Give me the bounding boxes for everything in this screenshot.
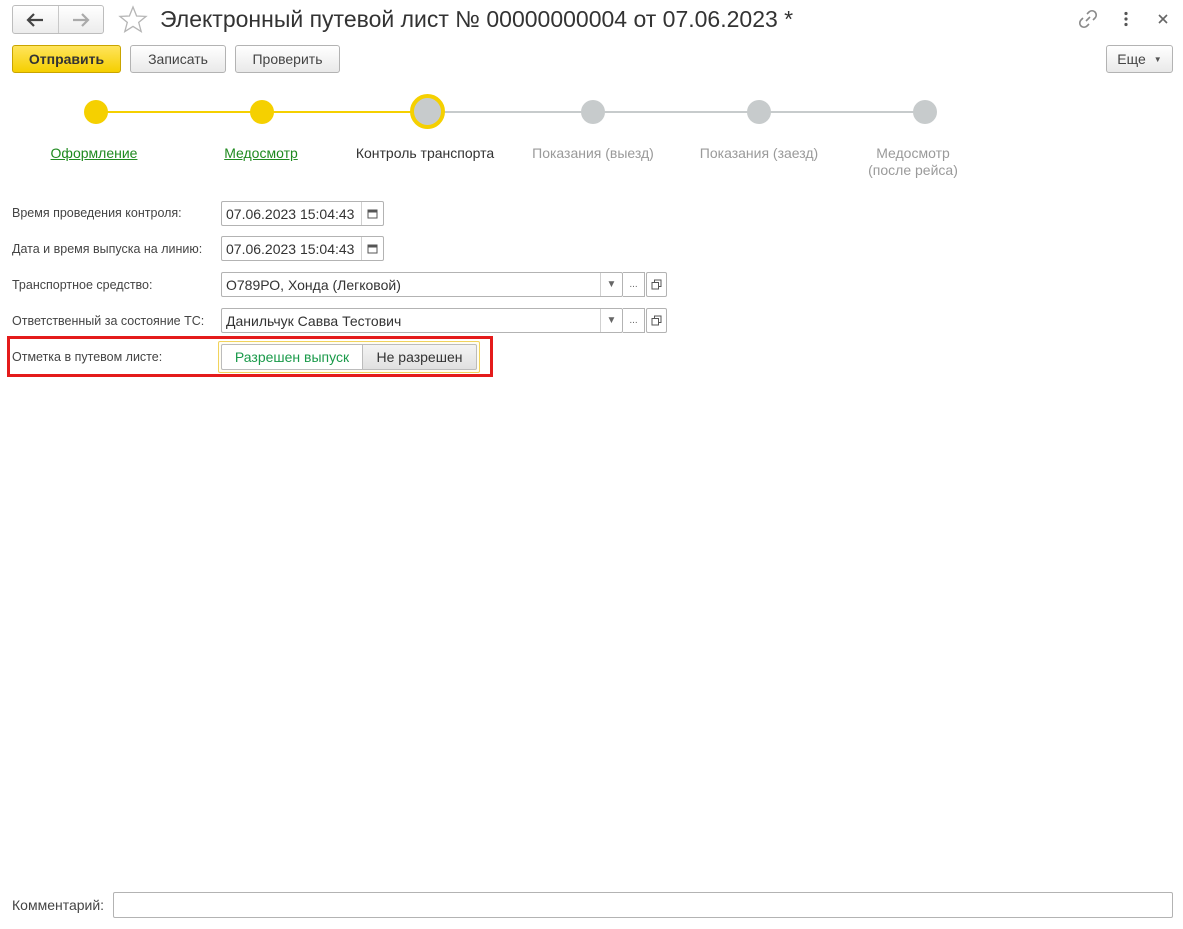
mark-toggle: Разрешен выпуск Не разрешен (218, 341, 480, 373)
step-label-readings-out[interactable]: Показания (выезд) (513, 145, 673, 162)
star-icon[interactable] (117, 4, 149, 36)
responsible-select-button[interactable]: ... (623, 308, 645, 333)
step-label-vehicle-control[interactable]: Контроль транспорта (345, 145, 505, 162)
step-label-readings-in[interactable]: Показания (заезд) (679, 145, 839, 162)
responsible-dropdown-button[interactable]: ▼ (600, 309, 622, 332)
chevron-down-icon: ▼ (1153, 54, 1162, 64)
ellipsis-icon: ... (629, 279, 638, 290)
back-button[interactable] (13, 6, 58, 33)
more-button[interactable]: Еще ▼ (1106, 45, 1173, 73)
responsible-open-button[interactable] (646, 308, 667, 333)
vehicle-label: Транспортное средство: (12, 278, 153, 292)
open-window-icon (651, 279, 662, 290)
forward-button[interactable] (57, 6, 104, 33)
arrow-right-icon (72, 12, 90, 27)
progress-line-future (427, 111, 925, 113)
close-icon[interactable] (1152, 8, 1174, 30)
release-time-value[interactable]: 07.06.2023 15:04:43 (222, 237, 361, 260)
vehicle-value[interactable]: О789РО, Хонда (Легковой) (222, 273, 600, 296)
step-dot-6[interactable] (913, 100, 937, 124)
ellipsis-icon: ... (629, 315, 638, 326)
chevron-down-icon: ▼ (606, 279, 617, 290)
step-dot-1[interactable] (84, 100, 108, 124)
calendar-button[interactable] (361, 237, 383, 260)
calendar-icon (367, 209, 378, 219)
option-denied-button[interactable]: Не разрешен (363, 344, 477, 370)
calendar-button[interactable] (361, 202, 383, 225)
comment-label: Комментарий: (12, 897, 105, 913)
chevron-down-icon: ▼ (606, 315, 617, 326)
control-time-label: Время проведения контроля: (12, 206, 182, 220)
step-dot-2[interactable] (250, 100, 274, 124)
vehicle-dropdown-button[interactable]: ▼ (600, 273, 622, 296)
check-button[interactable]: Проверить (235, 45, 340, 73)
arrow-left-icon (26, 12, 44, 27)
control-time-field[interactable]: 07.06.2023 15:04:43 (221, 201, 384, 226)
calendar-icon (367, 244, 378, 254)
send-button[interactable]: Отправить (12, 45, 121, 73)
comment-input[interactable] (113, 892, 1173, 918)
control-time-value[interactable]: 07.06.2023 15:04:43 (222, 202, 361, 225)
vehicle-field[interactable]: О789РО, Хонда (Легковой) ▼ (221, 272, 623, 297)
more-label: Еще (1117, 51, 1146, 67)
responsible-value[interactable]: Данильчук Савва Тестович (222, 309, 600, 332)
step-label-medical[interactable]: Медосмотр (201, 145, 321, 162)
step-label-registration[interactable]: Оформление (34, 145, 154, 162)
save-button[interactable]: Записать (130, 45, 226, 73)
step-dot-3-current[interactable] (410, 94, 445, 129)
link-icon[interactable] (1077, 8, 1099, 30)
responsible-field[interactable]: Данильчук Савва Тестович ▼ (221, 308, 623, 333)
vertical-dots-icon[interactable] (1115, 8, 1137, 30)
vehicle-open-button[interactable] (646, 272, 667, 297)
release-time-label: Дата и время выпуска на линию: (12, 242, 203, 256)
page-title: Электронный путевой лист № 00000000004 о… (160, 6, 794, 32)
navigation-buttons (12, 5, 104, 34)
option-allowed-button[interactable]: Разрешен выпуск (221, 344, 363, 370)
step-label-medical-after[interactable]: Медосмотр (после рейса) (845, 145, 981, 179)
mark-label: Отметка в путевом листе: (12, 350, 163, 364)
release-time-field[interactable]: 07.06.2023 15:04:43 (221, 236, 384, 261)
step-dot-4[interactable] (581, 100, 605, 124)
vehicle-select-button[interactable]: ... (623, 272, 645, 297)
open-window-icon (651, 315, 662, 326)
step-dot-5[interactable] (747, 100, 771, 124)
responsible-label: Ответственный за состояние ТС: (12, 314, 205, 328)
